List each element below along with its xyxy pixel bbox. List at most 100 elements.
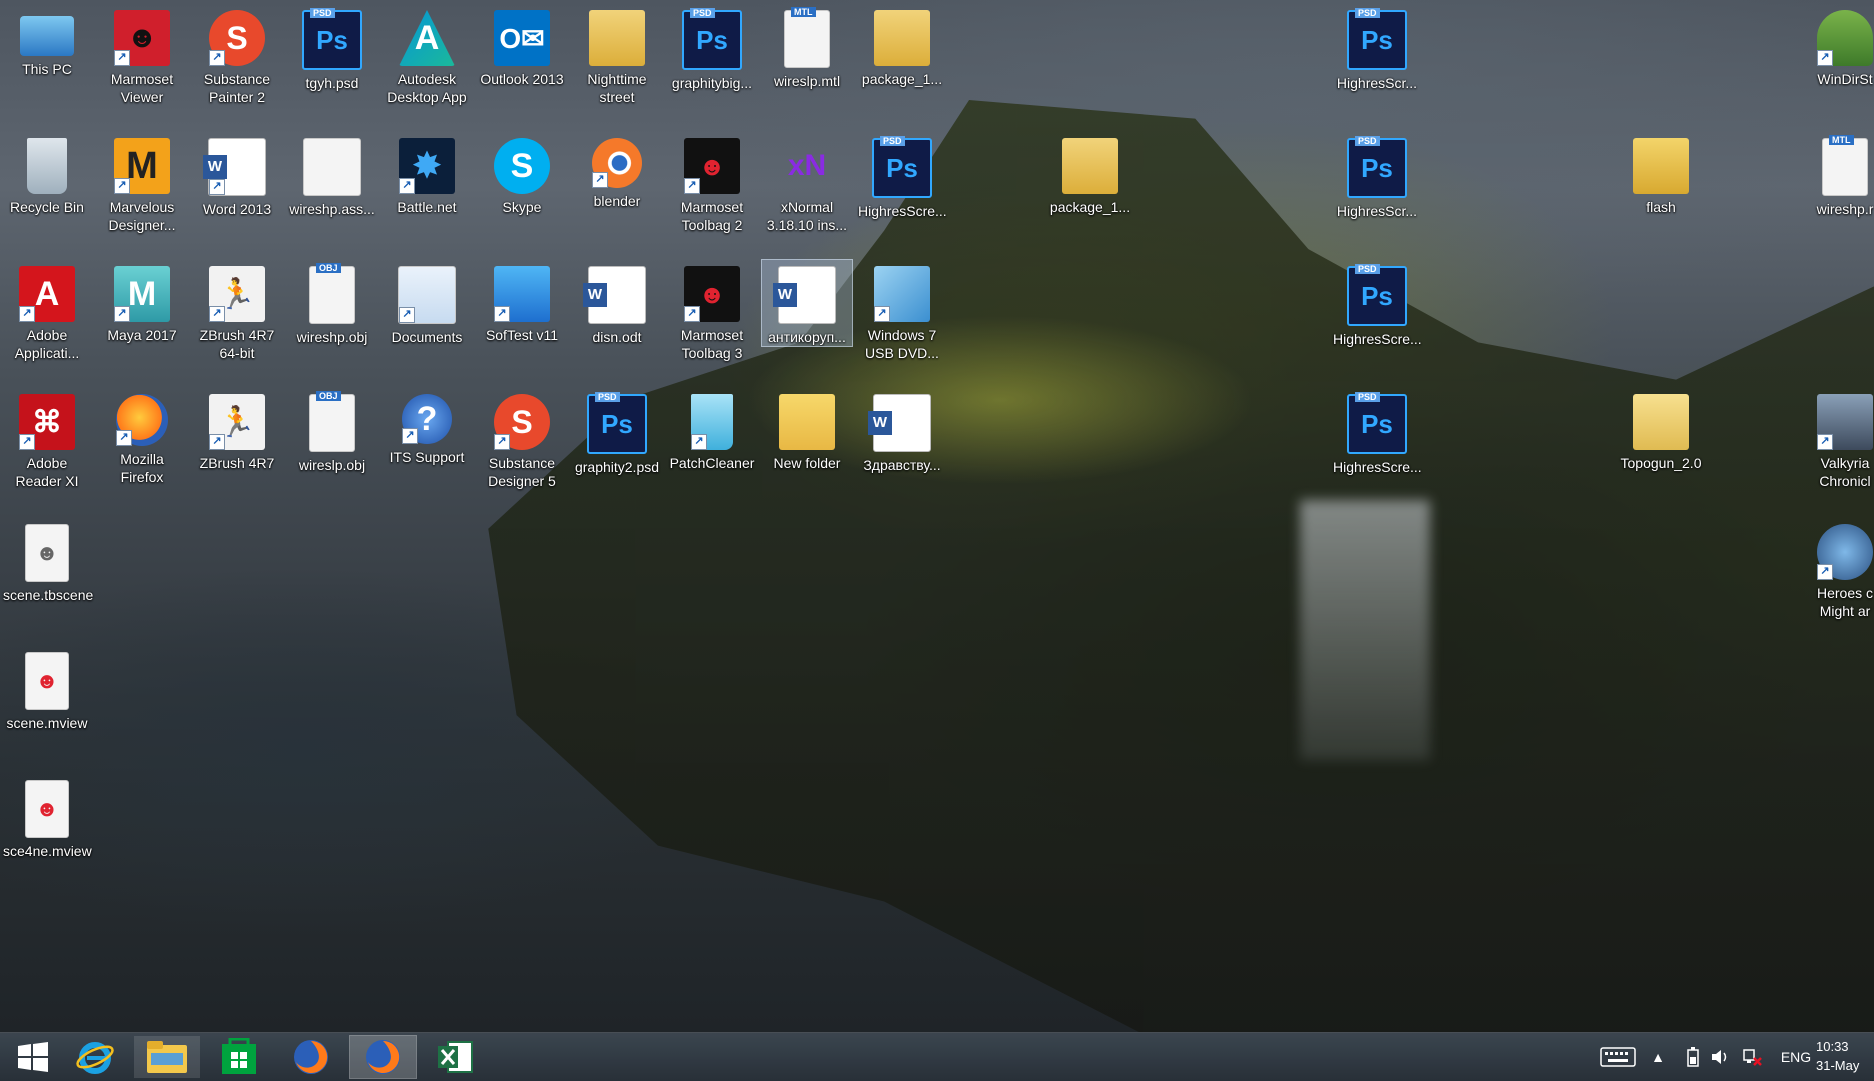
desktop-icon-xnormal[interactable]: xN xNormal 3.18.10 ins...: [762, 132, 852, 234]
zbrush-icon: 🏃 ↗: [209, 266, 265, 322]
desktop-icon-highresscreen-3[interactable]: Ps PSD HighresScr...: [1332, 132, 1422, 220]
desktop-icon-its-support[interactable]: ? ↗ ITS Support: [382, 388, 472, 466]
tbscene-file-icon: ☻: [25, 524, 69, 582]
desktop-icon-adobe-application-manager[interactable]: A ↗ Adobe Applicati...: [2, 260, 92, 362]
desktop-icon-marmoset-viewer[interactable]: ☻ ↗ Marmoset Viewer: [97, 4, 187, 106]
desktop-icon-new-folder[interactable]: New folder: [762, 388, 852, 472]
desktop-icon-highresscreen-2[interactable]: Ps PSD HighresScr...: [1332, 4, 1422, 92]
marmoset-icon: ☻ ↗: [684, 138, 740, 194]
taskbar-store[interactable]: [206, 1036, 272, 1078]
desktop-icon-package-1[interactable]: package_1...: [857, 4, 947, 88]
desktop-icon-sce4ne-mview[interactable]: ☻ sce4ne.mview: [2, 774, 92, 860]
substance-icon: S ↗: [209, 10, 265, 66]
word-doc-icon: W: [773, 266, 836, 324]
zip-folder-icon: [1062, 138, 1118, 194]
ie-icon: [76, 1042, 114, 1074]
word-icon: W ↗: [203, 138, 266, 196]
desktop: This PC Recycle Bin A ↗ Adobe Applicati..…: [0, 0, 1874, 1032]
desktop-icon-anticorruption-doc[interactable]: W антикоруп...: [761, 259, 853, 347]
volume-button[interactable]: [1708, 1033, 1732, 1081]
psd-icon: Ps PSD: [302, 8, 362, 70]
taskbar-file-explorer[interactable]: [134, 1036, 200, 1078]
marmoset-icon: ☻ ↗: [114, 10, 170, 66]
game-icon: ↗: [1817, 524, 1873, 580]
desktop-icon-softest[interactable]: ↗ SofTest v11: [477, 260, 567, 344]
battery-icon: [1687, 1047, 1699, 1067]
blender-icon: ↗: [592, 138, 642, 188]
desktop-icon-nighttime-street[interactable]: Nighttime street: [572, 4, 662, 106]
desktop-icon-this-pc[interactable]: This PC: [2, 4, 92, 78]
desktop-icon-heroes-might-magic[interactable]: ↗ Heroes c Might ar: [1800, 518, 1874, 620]
marvelous-icon: M ↗: [114, 138, 170, 194]
desktop-icon-windirstat[interactable]: ↗ WinDirSt: [1800, 4, 1874, 88]
desktop-icon-mozilla-firefox[interactable]: ↗ Mozilla Firefox: [97, 388, 187, 486]
desktop-icon-substance-painter[interactable]: S ↗ Substance Painter 2: [192, 4, 282, 106]
desktop-icon-substance-designer[interactable]: S ↗ Substance Designer 5: [477, 388, 567, 490]
desktop-icon-marvelous-designer[interactable]: M ↗ Marvelous Designer...: [97, 132, 187, 234]
mview-file-icon: ☻: [25, 780, 69, 838]
folder-icon: [1633, 138, 1689, 194]
desktop-icon-disn-odt[interactable]: W disn.odt: [572, 260, 662, 346]
desktop-icon-topogun[interactable]: Topogun_2.0: [1616, 388, 1706, 472]
folder-icon: [147, 1041, 187, 1073]
maya-icon: M ↗: [114, 266, 170, 322]
clock[interactable]: 10:33 31-May: [1816, 1037, 1874, 1075]
file-icon: [303, 138, 361, 196]
desktop-icon-autodesk-desktop-app[interactable]: A Autodesk Desktop App: [382, 4, 472, 106]
desktop-icon-battle-net[interactable]: ✸ ↗ Battle.net: [382, 132, 472, 216]
desktop-icon-wireshp-r[interactable]: MTL wireshp.r: [1800, 132, 1874, 218]
firefox-icon: [294, 1040, 328, 1074]
desktop-icon-documents[interactable]: ↗ Documents: [382, 260, 472, 346]
desktop-icon-package-1-b[interactable]: package_1...: [1045, 132, 1135, 216]
desktop-icon-wireslp-obj[interactable]: OBJ wireslp.obj: [287, 388, 377, 474]
desktop-icon-wireshp-ass[interactable]: wireshp.ass...: [287, 132, 377, 218]
desktop-icon-recycle-bin[interactable]: Recycle Bin: [2, 132, 92, 216]
desktop-icon-flash[interactable]: flash: [1616, 132, 1706, 216]
adobe-icon: A ↗: [19, 266, 75, 322]
folder-icon: [779, 394, 835, 450]
desktop-icon-graphity2-psd[interactable]: Ps PSD graphity2.psd: [572, 388, 662, 476]
desktop-icon-valkyria-chronicles[interactable]: ↗ Valkyria Chronicl: [1800, 388, 1874, 490]
desktop-icon-highresscreen-1[interactable]: Ps PSD HighresScre...: [857, 132, 947, 220]
psd-icon: Ps PSD: [1347, 8, 1407, 70]
firefox-icon: [366, 1040, 400, 1074]
patchcleaner-icon: ↗: [691, 394, 733, 450]
skype-icon: S: [494, 138, 550, 194]
desktop-icon-wireshp-obj[interactable]: OBJ wireshp.obj: [287, 260, 377, 346]
desktop-icon-word-2013[interactable]: W ↗ Word 2013: [192, 132, 282, 218]
desktop-icon-blender[interactable]: ↗ blender: [572, 132, 662, 210]
taskbar-firefox-active[interactable]: [349, 1035, 417, 1079]
help-icon: ? ↗: [402, 394, 452, 444]
desktop-icon-scene-tbscene[interactable]: ☻ scene.tbscene: [2, 518, 93, 604]
taskbar-excel[interactable]: [422, 1036, 488, 1078]
touch-keyboard-button[interactable]: [1596, 1033, 1640, 1081]
show-hidden-icons-button[interactable]: ▲: [1648, 1033, 1668, 1081]
desktop-icon-zbrush[interactable]: 🏃 ↗ ZBrush 4R7: [192, 388, 282, 472]
desktop-icon-privet-doc[interactable]: W Здравству...: [857, 388, 947, 474]
desktop-icon-marmoset-toolbag-2[interactable]: ☻ ↗ Marmoset Toolbag 2: [667, 132, 757, 234]
desktop-icon-adobe-reader[interactable]: ⌘ ↗ Adobe Reader XI: [2, 388, 92, 490]
network-button[interactable]: [1740, 1033, 1764, 1081]
desktop-icon-wireslp-mtl[interactable]: MTL wireslp.mtl: [762, 4, 852, 90]
desktop-icon-maya[interactable]: M ↗ Maya 2017: [97, 260, 187, 344]
desktop-icon-highresscreen-5[interactable]: Ps PSD HighresScre...: [1332, 388, 1422, 476]
taskbar-internet-explorer[interactable]: [62, 1036, 128, 1078]
desktop-icon-graphitybig-psd[interactable]: Ps PSD graphitybig...: [667, 4, 757, 92]
desktop-icon-scene-mview[interactable]: ☻ scene.mview: [2, 646, 92, 732]
desktop-icon-highresscreen-4[interactable]: Ps PSD HighresScre...: [1332, 260, 1422, 348]
desktop-icon-outlook-2013[interactable]: O✉ Outlook 2013: [477, 4, 567, 88]
start-button[interactable]: [0, 1036, 66, 1078]
desktop-icon-skype[interactable]: S Skype: [477, 132, 567, 216]
desktop-icon-patchcleaner[interactable]: ↗ PatchCleaner: [667, 388, 757, 472]
desktop-icon-zbrush-64[interactable]: 🏃 ↗ ZBrush 4R7 64-bit: [192, 260, 282, 362]
desktop-icon-windows-usb-dvd[interactable]: ↗ Windows 7 USB DVD...: [857, 260, 947, 362]
taskbar-firefox[interactable]: [278, 1036, 344, 1078]
language-indicator[interactable]: ENG: [1776, 1033, 1816, 1081]
wallpaper-cliff: [488, 100, 1874, 1032]
windirstat-icon: ↗: [1817, 10, 1873, 66]
desktop-icon-marmoset-toolbag-3[interactable]: ☻ ↗ Marmoset Toolbag 3: [667, 260, 757, 362]
battery-button[interactable]: [1682, 1033, 1704, 1081]
game-icon: ↗: [1817, 394, 1873, 450]
desktop-icon-tgyh-psd[interactable]: Ps PSD tgyh.psd: [287, 4, 377, 92]
softest-icon: ↗: [494, 266, 550, 322]
